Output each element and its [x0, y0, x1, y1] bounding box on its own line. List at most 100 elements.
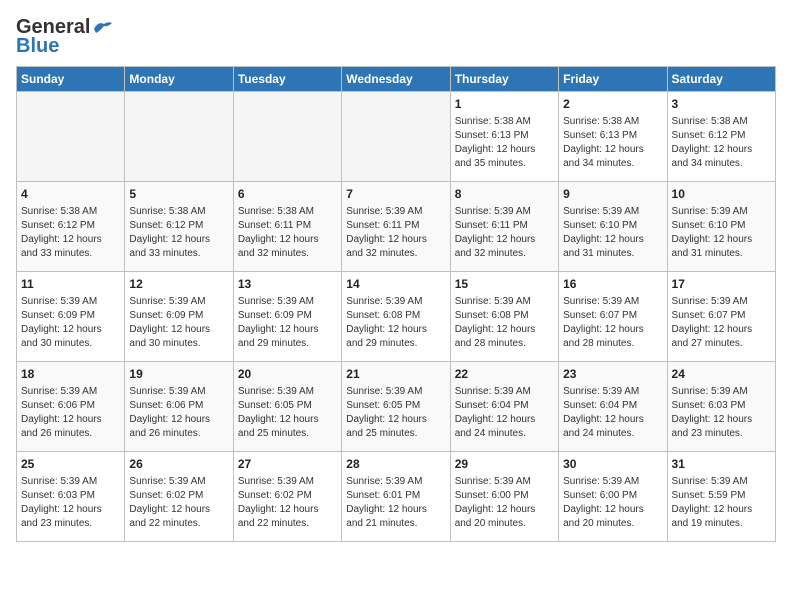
day-info: Sunrise: 5:39 AM Sunset: 6:10 PM Dayligh…: [672, 205, 771, 261]
day-cell: 18Sunrise: 5:39 AM Sunset: 6:06 PM Dayli…: [17, 362, 125, 452]
day-cell: 16 Sunrise: 5:39 AM Sunset: 6:07 PM Dayli…: [559, 272, 667, 362]
day-cell: 3 Sunrise: 5:38 AM Sunset: 6:12 PM Daylig…: [667, 92, 775, 182]
week-row-1: 1 Sunrise: 5:38 AM Sunset: 6:13 PM Daylig…: [17, 92, 776, 182]
logo-blue: Blue: [16, 35, 59, 58]
day-number: 12: [129, 276, 228, 293]
day-number: 16: [563, 276, 662, 293]
day-number: 1: [455, 96, 554, 113]
day-cell: 23 Sunrise: 5:39 AM Sunset: 6:04 PM Dayli…: [559, 362, 667, 452]
day-number: 14: [346, 276, 445, 293]
day-cell: 29 Sunrise: 5:39 AM Sunset: 6:00 PM Dayli…: [450, 452, 558, 542]
day-info: Sunrise: 5:39 AM Sunset: 6:05 PM Dayligh…: [238, 385, 337, 441]
day-number: 2: [563, 96, 662, 113]
day-number: 27: [238, 456, 337, 473]
day-info: Sunrise: 5:39 AM Sunset: 6:09 PM Dayligh…: [21, 295, 120, 351]
day-cell: 22 Sunrise: 5:39 AM Sunset: 6:04 PM Dayli…: [450, 362, 558, 452]
col-header-thursday: Thursday: [450, 67, 558, 92]
day-number: 11: [21, 276, 120, 293]
day-number: 23: [563, 366, 662, 383]
day-info: Sunrise: 5:39 AM Sunset: 6:11 PM Dayligh…: [455, 205, 554, 261]
day-number: 31: [672, 456, 771, 473]
day-number: 20: [238, 366, 337, 383]
day-number: 28: [346, 456, 445, 473]
day-number: 6: [238, 186, 337, 203]
day-cell: 30 Sunrise: 5:39 AM Sunset: 6:00 PM Dayli…: [559, 452, 667, 542]
day-cell: 24 Sunrise: 5:39 AM Sunset: 6:03 PM Dayli…: [667, 362, 775, 452]
day-number: 5: [129, 186, 228, 203]
day-info: Sunrise: 5:39 AM Sunset: 6:11 PM Dayligh…: [346, 205, 445, 261]
day-cell: 4 Sunrise: 5:38 AM Sunset: 6:12 PM Daylig…: [17, 182, 125, 272]
day-number: 19: [129, 366, 228, 383]
col-header-sunday: Sunday: [17, 67, 125, 92]
day-cell: 5 Sunrise: 5:38 AM Sunset: 6:12 PM Daylig…: [125, 182, 233, 272]
day-cell: 13 Sunrise: 5:39 AM Sunset: 6:09 PM Dayli…: [233, 272, 341, 362]
day-cell: [125, 92, 233, 182]
col-header-wednesday: Wednesday: [342, 67, 450, 92]
day-cell: 27Sunrise: 5:39 AM Sunset: 6:02 PM Dayli…: [233, 452, 341, 542]
day-info: Sunrise: 5:39 AM Sunset: 6:01 PM Dayligh…: [346, 475, 445, 531]
col-header-monday: Monday: [125, 67, 233, 92]
day-cell: 9 Sunrise: 5:39 AM Sunset: 6:10 PM Daylig…: [559, 182, 667, 272]
day-number: 22: [455, 366, 554, 383]
week-row-4: 18Sunrise: 5:39 AM Sunset: 6:06 PM Dayli…: [17, 362, 776, 452]
day-number: 26: [129, 456, 228, 473]
day-cell: 11 Sunrise: 5:39 AM Sunset: 6:09 PM Dayli…: [17, 272, 125, 362]
col-header-tuesday: Tuesday: [233, 67, 341, 92]
day-cell: 8Sunrise: 5:39 AM Sunset: 6:11 PM Daylig…: [450, 182, 558, 272]
day-cell: [342, 92, 450, 182]
day-info: Sunrise: 5:39 AM Sunset: 6:00 PM Dayligh…: [563, 475, 662, 531]
day-number: 10: [672, 186, 771, 203]
day-number: 29: [455, 456, 554, 473]
day-cell: 14 Sunrise: 5:39 AM Sunset: 6:08 PM Dayli…: [342, 272, 450, 362]
day-cell: [17, 92, 125, 182]
day-info: Sunrise: 5:39 AM Sunset: 6:04 PM Dayligh…: [455, 385, 554, 441]
day-info: Sunrise: 5:38 AM Sunset: 6:11 PM Dayligh…: [238, 205, 337, 261]
day-number: 9: [563, 186, 662, 203]
day-cell: 17Sunrise: 5:39 AM Sunset: 6:07 PM Dayli…: [667, 272, 775, 362]
day-info: Sunrise: 5:38 AM Sunset: 6:12 PM Dayligh…: [21, 205, 120, 261]
day-info: Sunrise: 5:39 AM Sunset: 6:04 PM Dayligh…: [563, 385, 662, 441]
day-cell: 25 Sunrise: 5:39 AM Sunset: 6:03 PM Dayli…: [17, 452, 125, 542]
day-cell: [233, 92, 341, 182]
day-number: 25: [21, 456, 120, 473]
day-number: 4: [21, 186, 120, 203]
day-cell: 31 Sunrise: 5:39 AM Sunset: 5:59 PM Dayli…: [667, 452, 775, 542]
day-info: Sunrise: 5:39 AM Sunset: 6:07 PM Dayligh…: [672, 295, 771, 351]
day-info: Sunrise: 5:39 AM Sunset: 6:09 PM Dayligh…: [129, 295, 228, 351]
day-number: 3: [672, 96, 771, 113]
day-info: Sunrise: 5:39 AM Sunset: 6:07 PM Dayligh…: [563, 295, 662, 351]
day-number: 18: [21, 366, 120, 383]
day-info: Sunrise: 5:38 AM Sunset: 6:13 PM Dayligh…: [563, 115, 662, 171]
day-info: Sunrise: 5:39 AM Sunset: 6:09 PM Dayligh…: [238, 295, 337, 351]
day-cell: 20 Sunrise: 5:39 AM Sunset: 6:05 PM Dayli…: [233, 362, 341, 452]
day-number: 15: [455, 276, 554, 293]
week-row-2: 4 Sunrise: 5:38 AM Sunset: 6:12 PM Daylig…: [17, 182, 776, 272]
day-cell: 28 Sunrise: 5:39 AM Sunset: 6:01 PM Dayli…: [342, 452, 450, 542]
day-info: Sunrise: 5:39 AM Sunset: 6:02 PM Dayligh…: [129, 475, 228, 531]
logo-bird-icon: [92, 19, 114, 37]
day-cell: 6 Sunrise: 5:38 AM Sunset: 6:11 PM Daylig…: [233, 182, 341, 272]
day-info: Sunrise: 5:38 AM Sunset: 6:12 PM Dayligh…: [129, 205, 228, 261]
day-number: 13: [238, 276, 337, 293]
day-info: Sunrise: 5:39 AM Sunset: 6:03 PM Dayligh…: [672, 385, 771, 441]
day-info: Sunrise: 5:39 AM Sunset: 6:08 PM Dayligh…: [455, 295, 554, 351]
day-info: Sunrise: 5:39 AM Sunset: 6:03 PM Dayligh…: [21, 475, 120, 531]
day-info: Sunrise: 5:39 AM Sunset: 6:08 PM Dayligh…: [346, 295, 445, 351]
logo: General Blue: [16, 16, 114, 58]
week-row-5: 25 Sunrise: 5:39 AM Sunset: 6:03 PM Dayli…: [17, 452, 776, 542]
day-info: Sunrise: 5:38 AM Sunset: 6:12 PM Dayligh…: [672, 115, 771, 171]
day-number: 30: [563, 456, 662, 473]
day-cell: 1Sunrise: 5:38 AM Sunset: 6:13 PM Daylig…: [450, 92, 558, 182]
day-info: Sunrise: 5:39 AM Sunset: 6:00 PM Dayligh…: [455, 475, 554, 531]
day-cell: 21Sunrise: 5:39 AM Sunset: 6:05 PM Dayli…: [342, 362, 450, 452]
day-cell: 19Sunrise: 5:39 AM Sunset: 6:06 PM Dayli…: [125, 362, 233, 452]
calendar-table: SundayMondayTuesdayWednesdayThursdayFrid…: [16, 66, 776, 542]
col-header-saturday: Saturday: [667, 67, 775, 92]
day-number: 21: [346, 366, 445, 383]
day-cell: 26 Sunrise: 5:39 AM Sunset: 6:02 PM Dayli…: [125, 452, 233, 542]
header-row: SundayMondayTuesdayWednesdayThursdayFrid…: [17, 67, 776, 92]
day-cell: 12 Sunrise: 5:39 AM Sunset: 6:09 PM Dayli…: [125, 272, 233, 362]
day-number: 24: [672, 366, 771, 383]
day-info: Sunrise: 5:39 AM Sunset: 6:10 PM Dayligh…: [563, 205, 662, 261]
day-info: Sunrise: 5:39 AM Sunset: 5:59 PM Dayligh…: [672, 475, 771, 531]
